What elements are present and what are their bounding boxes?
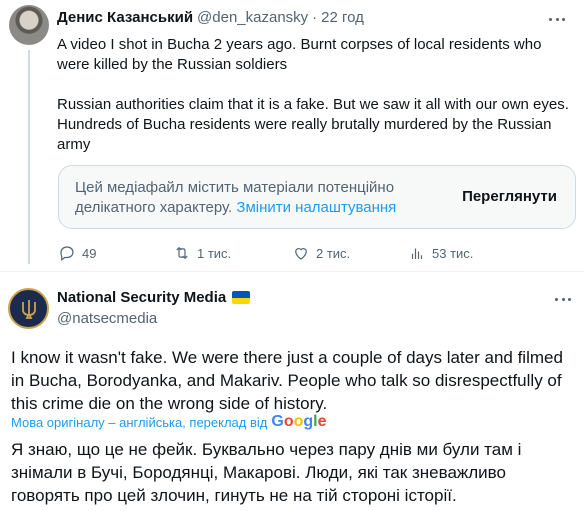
- separator-dot: ·: [312, 9, 318, 26]
- tweet-text: I know it wasn't fake. We were there jus…: [11, 348, 563, 413]
- view-media-button[interactable]: Переглянути: [462, 188, 557, 205]
- parent-tweet[interactable]: Денис Казанський @den_kazansky · 22 год …: [0, 0, 584, 271]
- avatar[interactable]: [9, 5, 49, 45]
- more-icon[interactable]: [552, 290, 574, 308]
- translated-text: Я знаю, що це не фейк. Буквально через п…: [11, 440, 522, 505]
- more-icon[interactable]: [546, 10, 568, 28]
- reply-icon: [60, 246, 74, 261]
- like-count: 2 тис.: [316, 245, 351, 261]
- author-name[interactable]: Денис Казанський: [57, 9, 193, 26]
- ukraine-flag-icon: [232, 291, 251, 304]
- avatar[interactable]: [8, 288, 49, 329]
- sensitive-media-warning: Цей медіафайл містить матеріали потенцій…: [58, 165, 576, 229]
- tweet-header: Денис Казанський @den_kazansky · 22 год: [57, 9, 364, 26]
- divider: [0, 271, 584, 272]
- like-action[interactable]: 2 тис.: [292, 244, 350, 262]
- tweet-text: A video I shot in Bucha 2 years ago. Bur…: [57, 35, 577, 175]
- change-settings-link[interactable]: Змінити налаштування: [236, 199, 396, 216]
- views-count: 53 тис.: [432, 245, 474, 261]
- reply-count: 49: [82, 245, 97, 261]
- repost-icon: [176, 246, 188, 260]
- translation-attribution[interactable]: Мова оригіналу – англійська, переклад ві…: [11, 413, 327, 431]
- repost-action[interactable]: 1 тис.: [173, 244, 231, 262]
- google-logo: Google: [271, 413, 327, 430]
- tweet-paragraph: A video I shot in Bucha 2 years ago. Bur…: [57, 36, 542, 73]
- author-name[interactable]: National Security Media: [57, 289, 226, 306]
- translation-label: Мова оригіналу – англійська, переклад ві…: [11, 414, 268, 430]
- timestamp[interactable]: 22 год: [321, 9, 364, 26]
- thread-connector-line: [28, 50, 30, 264]
- tweet-actions: 49 1 тис. 2 тис. 53 тис.: [58, 244, 578, 266]
- views-action[interactable]: 53 тис.: [408, 244, 473, 262]
- like-icon: [295, 248, 307, 260]
- author-handle[interactable]: @den_kazansky: [197, 9, 308, 26]
- tweet-paragraph: Russian authorities claim that it is a f…: [57, 96, 569, 153]
- author-name-row: National Security Media: [57, 289, 251, 306]
- views-icon: [411, 248, 423, 259]
- author-handle[interactable]: @natsecmedia: [57, 310, 157, 327]
- repost-count: 1 тис.: [197, 245, 232, 261]
- reply-action[interactable]: 49: [58, 244, 96, 262]
- sensitive-notice-text: Цей медіафайл містить матеріали потенцій…: [75, 178, 420, 218]
- trident-icon: [21, 299, 36, 319]
